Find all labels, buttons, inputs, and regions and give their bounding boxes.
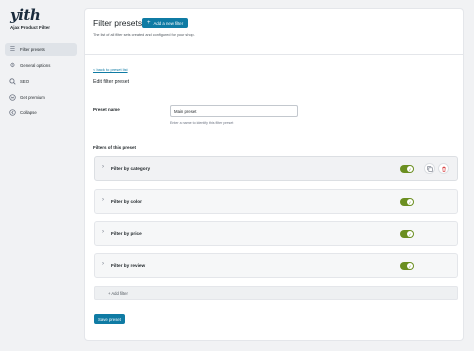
- premium-icon: [9, 94, 16, 101]
- plus-icon: +: [147, 20, 151, 26]
- sidebar-item-collapse[interactable]: Collapse: [5, 106, 77, 119]
- section-title: Edit filter preset: [93, 79, 130, 85]
- preset-name-label: Preset name: [93, 107, 120, 112]
- chevron-right-icon[interactable]: ›: [102, 164, 104, 170]
- filter-row-color[interactable]: › Filter by color ✓: [94, 189, 458, 214]
- main-panel: Filter presets + Add a new filter The li…: [84, 8, 464, 341]
- filter-name: Filter by price: [111, 231, 142, 236]
- sidebar-item-get-premium[interactable]: Get premium: [5, 91, 77, 104]
- plugin-name: Ajax Product Filter: [10, 25, 51, 30]
- filter-row-category[interactable]: › Filter by category ✓: [94, 156, 458, 181]
- gear-icon: ⚙: [9, 63, 16, 69]
- filters-label: Filters of this preset: [93, 145, 137, 150]
- divider: [85, 54, 463, 55]
- sidebar-item-seo[interactable]: SEO: [5, 75, 77, 88]
- back-to-preset-list-link[interactable]: < back to preset list: [93, 67, 128, 72]
- check-icon: ✓: [407, 231, 413, 237]
- sidebar-item-filter-presets[interactable]: ☰ Filter presets: [5, 43, 77, 56]
- sidebar-item-label: General options: [20, 63, 51, 68]
- delete-filter-button[interactable]: [438, 163, 449, 174]
- duplicate-filter-button[interactable]: [424, 163, 435, 174]
- page-header: Filter presets + Add a new filter The li…: [85, 9, 463, 45]
- collapse-icon: [9, 109, 16, 116]
- check-icon: ✓: [407, 166, 413, 172]
- filter-row-review[interactable]: › Filter by review ✓: [94, 253, 458, 278]
- filter-enabled-toggle[interactable]: ✓: [400, 198, 414, 206]
- sidebar-item-label: Filter presets: [20, 47, 45, 52]
- sidebar-item-label: SEO: [20, 79, 30, 84]
- filter-name: Filter by category: [111, 166, 151, 171]
- preset-name-help: Enter a name to identify this filter pre…: [170, 121, 234, 125]
- preset-name-input[interactable]: [170, 105, 298, 117]
- filter-enabled-toggle[interactable]: ✓: [400, 165, 414, 173]
- sidebar-item-label: Collapse: [20, 110, 37, 115]
- yith-logo: yith: [10, 6, 41, 24]
- trash-icon: [441, 166, 446, 172]
- sidebar: yith Ajax Product Filter ☰ Filter preset…: [0, 0, 82, 351]
- chevron-right-icon[interactable]: ›: [102, 261, 104, 267]
- chevron-right-icon[interactable]: ›: [102, 197, 104, 203]
- filter-name: Filter by color: [111, 199, 142, 204]
- filter-name: Filter by review: [111, 263, 146, 268]
- chevron-right-icon[interactable]: ›: [102, 229, 104, 235]
- sidebar-item-label: Get premium: [20, 95, 45, 100]
- page-description: The list of all filter sets created and …: [93, 33, 195, 37]
- add-new-filter-label: Add a new filter: [153, 20, 184, 26]
- add-filter-button[interactable]: + Add filter: [94, 286, 458, 300]
- filter-enabled-toggle[interactable]: ✓: [400, 262, 414, 270]
- filter-enabled-toggle[interactable]: ✓: [400, 230, 414, 238]
- page-title: Filter presets: [93, 18, 143, 28]
- filter-row-price[interactable]: › Filter by price ✓: [94, 221, 458, 246]
- check-icon: ✓: [407, 263, 413, 269]
- copy-icon: [426, 165, 433, 172]
- list-icon: ☰: [9, 47, 16, 53]
- save-preset-button[interactable]: Save preset: [94, 314, 125, 324]
- search-icon: [9, 78, 16, 85]
- check-icon: ✓: [407, 199, 413, 205]
- sidebar-item-general-options[interactable]: ⚙ General options: [5, 59, 77, 72]
- add-new-filter-button[interactable]: + Add a new filter: [142, 18, 189, 28]
